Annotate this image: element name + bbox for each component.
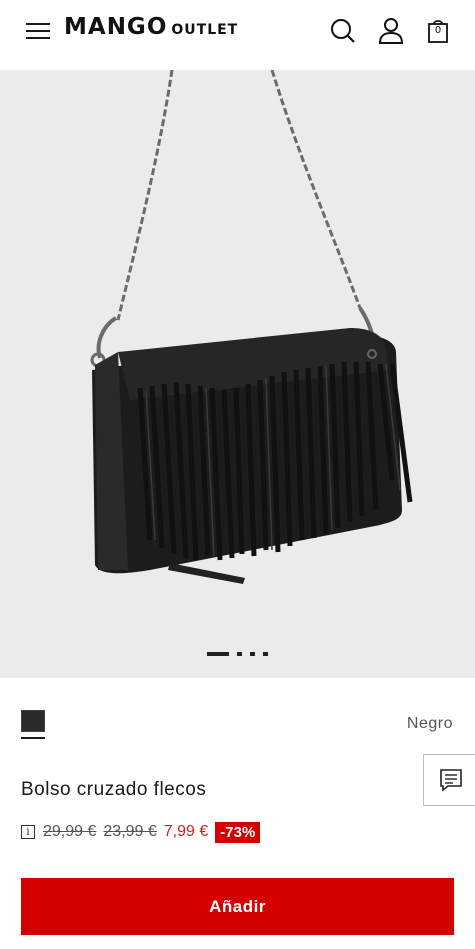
header: MANGO OUTLET 0 [0,0,475,70]
search-icon[interactable] [328,16,358,46]
shopping-bag-icon[interactable]: 0 [423,16,453,46]
logo[interactable]: MANGO OUTLET [64,14,238,50]
chat-icon [440,769,462,792]
original-price: 29,99 € [43,823,97,840]
product-image [90,70,413,584]
cart-count: 0 [434,25,442,36]
add-to-cart-button[interactable]: Añadir [21,878,454,935]
color-selector: Negro [0,678,475,748]
product-image-gallery[interactable] [0,70,475,678]
carousel-dot[interactable] [263,652,268,656]
carousel-dots [0,650,475,658]
carousel-dot[interactable] [237,652,242,656]
previous-price: 23,99 € [103,823,157,840]
brand-sub: OUTLET [171,22,239,38]
selected-swatch-indicator [21,737,45,739]
discount-badge: -73% [215,821,261,843]
price-row: i 29,99 € 23,99 € 7,99 € -73% [21,820,261,844]
current-price: 7,99 € [163,823,209,840]
brand-name: MANGO [64,14,168,40]
color-name: Negro [406,715,453,732]
user-icon[interactable] [376,16,406,46]
carousel-dot[interactable] [207,652,229,656]
carousel-dot[interactable] [250,652,255,656]
color-swatch[interactable] [21,710,45,732]
chat-button[interactable] [423,754,475,806]
product-title: Bolso cruzado flecos [21,779,207,800]
info-icon[interactable]: i [21,825,35,839]
menu-icon[interactable] [26,22,50,40]
